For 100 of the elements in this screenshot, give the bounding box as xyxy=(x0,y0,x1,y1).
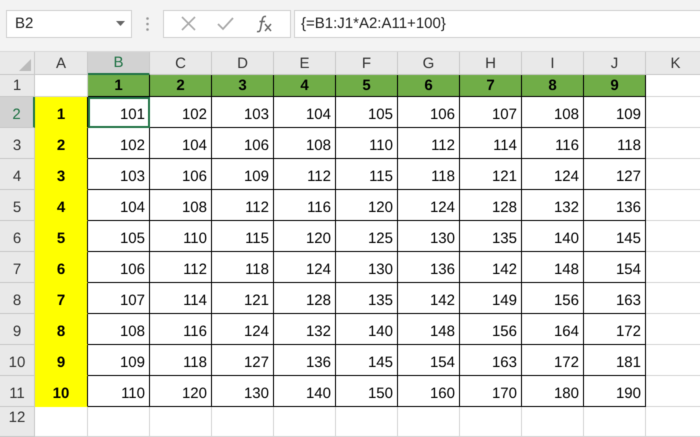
table-cell: 115 xyxy=(336,159,398,190)
row-header[interactable]: 7 xyxy=(0,252,35,283)
table-cell: 116 xyxy=(274,190,336,221)
table-cell: 112 xyxy=(150,252,212,283)
table-cell: 110 xyxy=(150,221,212,252)
cell-reference: B2 xyxy=(15,15,34,32)
table-cell: 120 xyxy=(336,190,398,221)
table-cell: 3 xyxy=(35,159,88,190)
row-header[interactable]: 3 xyxy=(0,128,35,159)
checkmark-icon[interactable] xyxy=(216,16,234,30)
table-cell: 1 xyxy=(35,97,88,128)
table-cell: 10 xyxy=(35,376,88,407)
row-header[interactable]: 5 xyxy=(0,190,35,221)
table-cell: 128 xyxy=(460,190,522,221)
table-cell: 103 xyxy=(212,97,274,128)
table-cell: 114 xyxy=(150,283,212,314)
table-cell: 150 xyxy=(336,376,398,407)
table-cell: 127 xyxy=(584,159,646,190)
table-cell: 118 xyxy=(150,345,212,376)
table-cell: 4 xyxy=(274,75,336,97)
table-cell: 135 xyxy=(336,283,398,314)
table-cell: 164 xyxy=(522,314,584,345)
table-cell: 108 xyxy=(274,128,336,159)
table-cell: 118 xyxy=(398,159,460,190)
dropdown-caret-icon[interactable] xyxy=(116,21,125,26)
table-cell: 108 xyxy=(522,97,584,128)
table-cell: 2 xyxy=(150,75,212,97)
row-header[interactable]: 8 xyxy=(0,283,35,314)
table-cell: 105 xyxy=(88,221,150,252)
table-cell: 5 xyxy=(35,221,88,252)
table-cell: 181 xyxy=(584,345,646,376)
table-cell: 104 xyxy=(150,128,212,159)
column-header[interactable]: E xyxy=(274,52,336,75)
table-cell: 124 xyxy=(522,159,584,190)
table-cell: 125 xyxy=(336,221,398,252)
table-cell: 116 xyxy=(150,314,212,345)
column-header[interactable]: C xyxy=(150,52,212,75)
table-cell: 136 xyxy=(274,345,336,376)
row-header[interactable]: 10 xyxy=(0,345,35,376)
table-cell: 114 xyxy=(460,128,522,159)
table-cell: 149 xyxy=(460,283,522,314)
empty-cell xyxy=(88,407,150,437)
row-header[interactable]: 11 xyxy=(0,376,35,407)
table-cell: 170 xyxy=(460,376,522,407)
table-cell: 136 xyxy=(398,252,460,283)
table-cell: 103 xyxy=(88,159,150,190)
select-all-triangle-icon[interactable] xyxy=(19,59,31,71)
table-cell: 9 xyxy=(35,345,88,376)
table-cell: 124 xyxy=(212,314,274,345)
column-header[interactable]: I xyxy=(522,52,584,75)
table-cell: 8 xyxy=(35,314,88,345)
table-cell: 136 xyxy=(584,190,646,221)
table-cell: 107 xyxy=(460,97,522,128)
table-cell: 145 xyxy=(336,345,398,376)
row-header[interactable]: 4 xyxy=(0,159,35,190)
column-header[interactable]: B xyxy=(88,52,150,75)
table-cell: 124 xyxy=(398,190,460,221)
column-header[interactable]: K xyxy=(646,52,700,75)
table-cell: 2 xyxy=(35,128,88,159)
empty-cell xyxy=(212,407,274,437)
row-header[interactable]: 2 xyxy=(0,97,35,128)
row-header[interactable]: 1 xyxy=(0,75,35,97)
table-cell: 163 xyxy=(584,283,646,314)
column-header[interactable]: F xyxy=(336,52,398,75)
drag-handle-icon[interactable] xyxy=(146,16,149,30)
table-cell: 115 xyxy=(212,221,274,252)
row-header[interactable]: 6 xyxy=(0,221,35,252)
table-cell: 180 xyxy=(522,376,584,407)
column-header[interactable]: H xyxy=(460,52,522,75)
table-cell: 112 xyxy=(274,159,336,190)
function-icon[interactable] xyxy=(255,14,274,32)
table-cell: 140 xyxy=(522,221,584,252)
row-header[interactable]: 9 xyxy=(0,314,35,345)
table-cell: 9 xyxy=(584,75,646,97)
table-cell: 142 xyxy=(398,283,460,314)
table-cell: 130 xyxy=(336,252,398,283)
column-header[interactable]: G xyxy=(398,52,460,75)
table-cell: 172 xyxy=(584,314,646,345)
table-cell: 6 xyxy=(35,252,88,283)
table-cell: 107 xyxy=(88,283,150,314)
column-header[interactable]: A xyxy=(35,52,88,75)
table-cell: 106 xyxy=(398,97,460,128)
table-cell: 172 xyxy=(522,345,584,376)
column-header[interactable]: D xyxy=(212,52,274,75)
table-cell: 106 xyxy=(150,159,212,190)
table-cell: 118 xyxy=(584,128,646,159)
formula-field[interactable]: {=B1:J1*A2:A11+100} xyxy=(294,10,700,38)
table-cell: 118 xyxy=(212,252,274,283)
row-header[interactable]: 12 xyxy=(0,407,35,437)
table-cell: 154 xyxy=(584,252,646,283)
table-cell: 140 xyxy=(336,314,398,345)
column-header[interactable]: J xyxy=(584,52,646,75)
table-cell: 104 xyxy=(274,97,336,128)
empty-cell xyxy=(584,407,646,437)
table-cell: 4 xyxy=(35,190,88,221)
table-cell: 135 xyxy=(460,221,522,252)
table-cell: 120 xyxy=(274,221,336,252)
name-box[interactable]: B2 xyxy=(6,10,132,38)
table-cell: 104 xyxy=(88,190,150,221)
cancel-icon[interactable] xyxy=(180,16,196,31)
